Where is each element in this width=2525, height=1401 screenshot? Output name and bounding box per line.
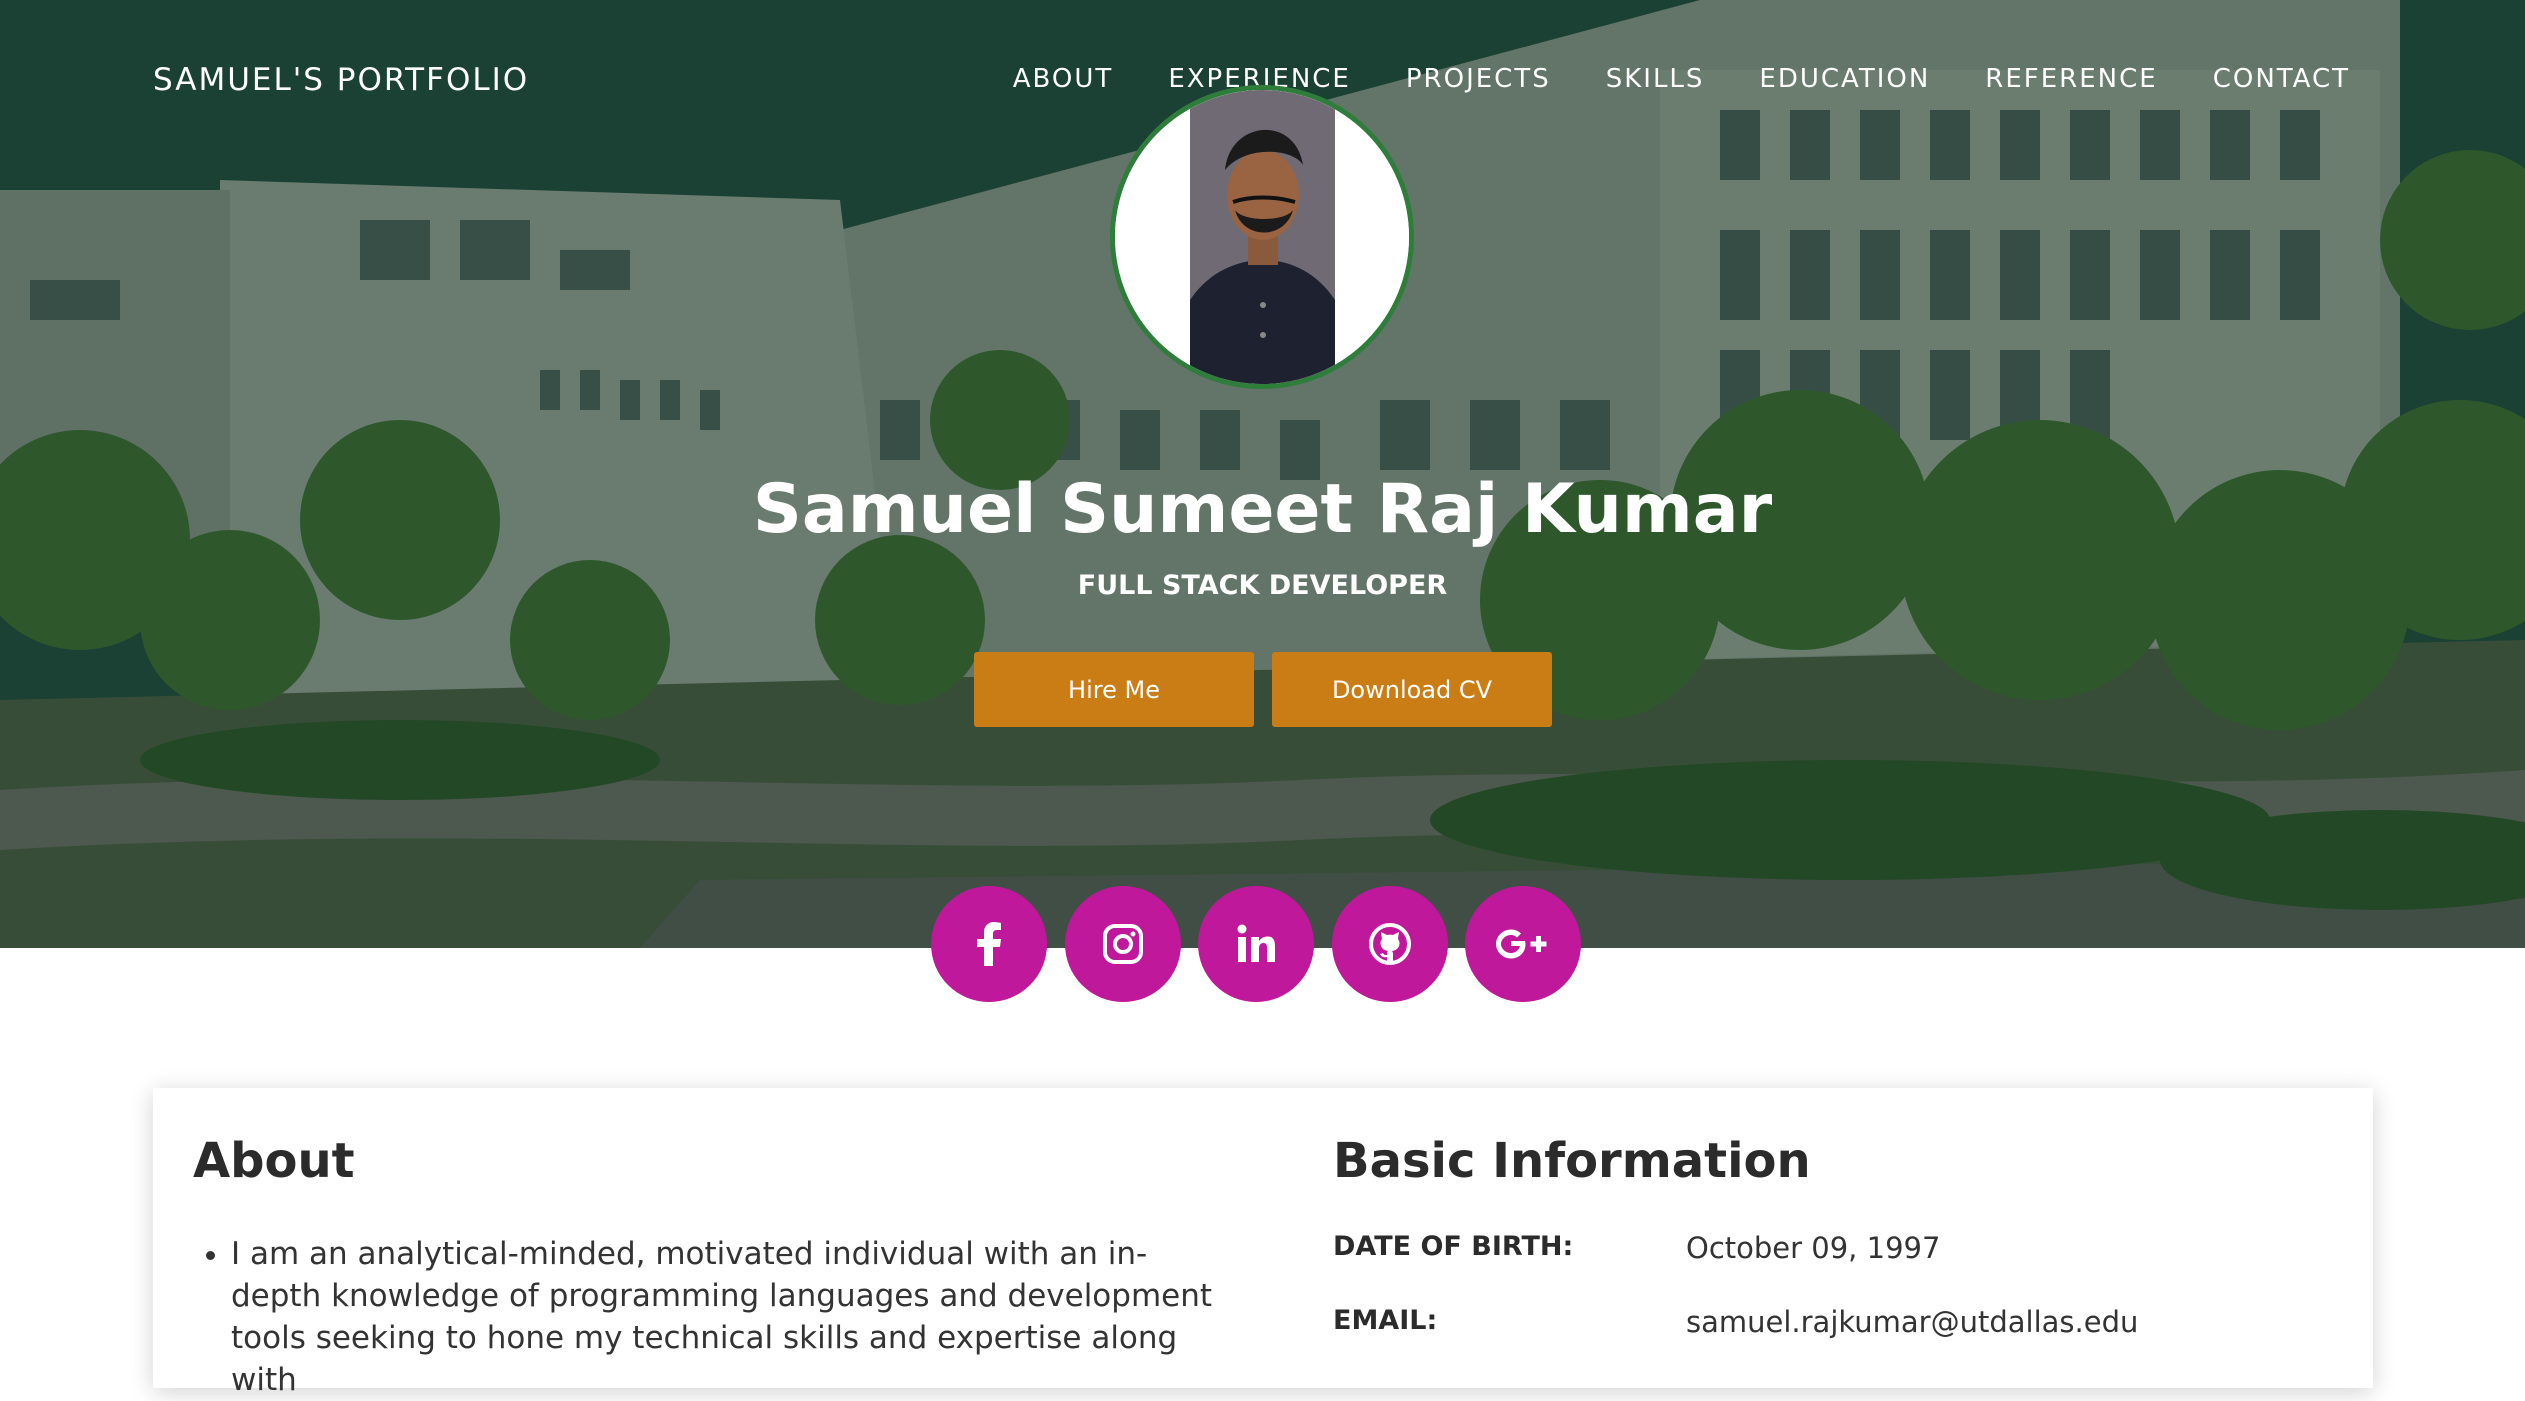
github-icon bbox=[1369, 923, 1411, 965]
brand-logo-text[interactable]: SAMUEL'S PORTFOLIO bbox=[153, 62, 529, 98]
facebook-icon bbox=[977, 922, 1001, 966]
hero-role: FULL STACK DEVELOPER bbox=[1077, 570, 1448, 601]
info-label: EMAIL: bbox=[1333, 1305, 1438, 1336]
nav-contact[interactable]: CONTACT bbox=[2213, 64, 2350, 94]
nav-education[interactable]: EDUCATION bbox=[1759, 64, 1930, 94]
instagram-button[interactable] bbox=[1065, 886, 1181, 1002]
download-cv-button[interactable]: Download CV bbox=[1272, 652, 1552, 727]
nav-skills[interactable]: SKILLS bbox=[1606, 64, 1705, 94]
profile-avatar bbox=[1110, 85, 1414, 389]
about-list: I am an analytical-minded, motivated ind… bbox=[193, 1233, 1213, 1401]
main-nav: ABOUT EXPERIENCE PROJECTS SKILLS EDUCATI… bbox=[1013, 64, 2350, 94]
nav-projects[interactable]: PROJECTS bbox=[1406, 64, 1551, 94]
info-value: October 09, 1997 bbox=[1686, 1231, 1941, 1265]
facebook-button[interactable] bbox=[931, 886, 1047, 1002]
github-button[interactable] bbox=[1332, 886, 1448, 1002]
google-plus-icon bbox=[1496, 929, 1547, 959]
info-row-dob: DATE OF BIRTH: October 09, 1997 bbox=[1333, 1231, 2333, 1265]
hire-me-button[interactable]: Hire Me bbox=[974, 652, 1254, 727]
google-plus-button[interactable] bbox=[1465, 886, 1581, 1002]
info-value[interactable]: samuel.rajkumar@utdallas.edu bbox=[1686, 1305, 2138, 1339]
nav-about[interactable]: ABOUT bbox=[1013, 64, 1114, 94]
about-card: About I am an analytical-minded, motivat… bbox=[153, 1088, 2373, 1398]
instagram-icon bbox=[1103, 924, 1143, 964]
linkedin-icon bbox=[1237, 924, 1275, 962]
nav-reference[interactable]: REFERENCE bbox=[1985, 64, 2157, 94]
info-label: DATE OF BIRTH: bbox=[1333, 1231, 1574, 1262]
hero-name: Samuel Sumeet Raj Kumar bbox=[752, 470, 1773, 549]
info-row-email: EMAIL: samuel.rajkumar@utdallas.edu bbox=[1333, 1305, 2333, 1339]
linkedin-button[interactable] bbox=[1198, 886, 1314, 1002]
profile-photo bbox=[1115, 90, 1409, 384]
about-heading: About bbox=[193, 1133, 355, 1189]
basic-info-heading: Basic Information bbox=[1333, 1133, 1811, 1189]
about-bullet: I am an analytical-minded, motivated ind… bbox=[231, 1233, 1213, 1401]
